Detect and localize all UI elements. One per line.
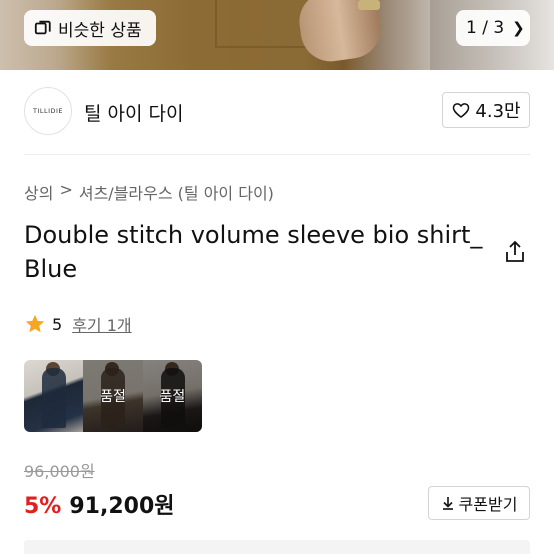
shop-logo[interactable]: TILLIDIE bbox=[24, 87, 72, 135]
breadcrumb-category[interactable]: 상의 bbox=[24, 180, 53, 204]
product-title: Double stitch volume sleeve bio shirt_ B… bbox=[24, 221, 483, 283]
image-pager-text: 1 / 3 bbox=[466, 18, 505, 38]
image-pager-button[interactable]: 1 / 3 ❯ bbox=[456, 10, 530, 46]
final-price: 91,200원 bbox=[69, 494, 175, 519]
coupon-label: 쿠폰받기 bbox=[458, 495, 518, 514]
option-thumbnails: 품절 품절 bbox=[24, 360, 202, 432]
similar-products-button[interactable]: 비슷한 상품 bbox=[24, 10, 156, 46]
download-icon bbox=[442, 497, 453, 510]
star-icon bbox=[25, 314, 45, 333]
heart-icon bbox=[453, 103, 470, 119]
price-row: 5% 91,200원 bbox=[24, 488, 175, 520]
image-watch bbox=[358, 0, 380, 10]
thumbnail-model bbox=[42, 368, 66, 428]
breadcrumb-subcategory[interactable]: 셔츠/블라우스 (틸 아이 다이) bbox=[79, 180, 274, 204]
discount-rate: 5% bbox=[24, 494, 62, 519]
info-panel bbox=[24, 540, 530, 554]
similar-products-label: 비슷한 상품 bbox=[58, 20, 142, 41]
option-thumbnail[interactable] bbox=[24, 360, 84, 432]
shop-logo-text: TILLIDIE bbox=[32, 107, 64, 115]
similar-items-icon bbox=[34, 20, 51, 35]
option-thumbnail[interactable]: 품절 bbox=[83, 360, 143, 432]
breadcrumb: 상의 > 셔츠/블라우스 (틸 아이 다이) bbox=[24, 180, 274, 204]
section-divider bbox=[24, 154, 530, 155]
breadcrumb-separator: > bbox=[59, 180, 73, 199]
coupon-button[interactable]: 쿠폰받기 bbox=[428, 486, 530, 520]
share-icon[interactable] bbox=[504, 240, 526, 264]
option-thumbnail[interactable]: 품절 bbox=[142, 360, 202, 432]
rating-score: 5 bbox=[52, 314, 63, 334]
original-price: 96,000원 bbox=[24, 462, 95, 481]
shop-like-count: 4.3만 bbox=[475, 101, 521, 122]
shop-like-button[interactable]: 4.3만 bbox=[442, 92, 530, 128]
chevron-right-icon: ❯ bbox=[512, 19, 525, 37]
soldout-overlay: 품절 bbox=[83, 360, 143, 432]
shop-name[interactable]: 틸 아이 다이 bbox=[84, 99, 183, 126]
rating-summary: 5 후기 1개 bbox=[24, 312, 132, 336]
soldout-overlay: 품절 bbox=[142, 360, 202, 432]
review-count-link[interactable]: 후기 1개 bbox=[72, 312, 131, 336]
